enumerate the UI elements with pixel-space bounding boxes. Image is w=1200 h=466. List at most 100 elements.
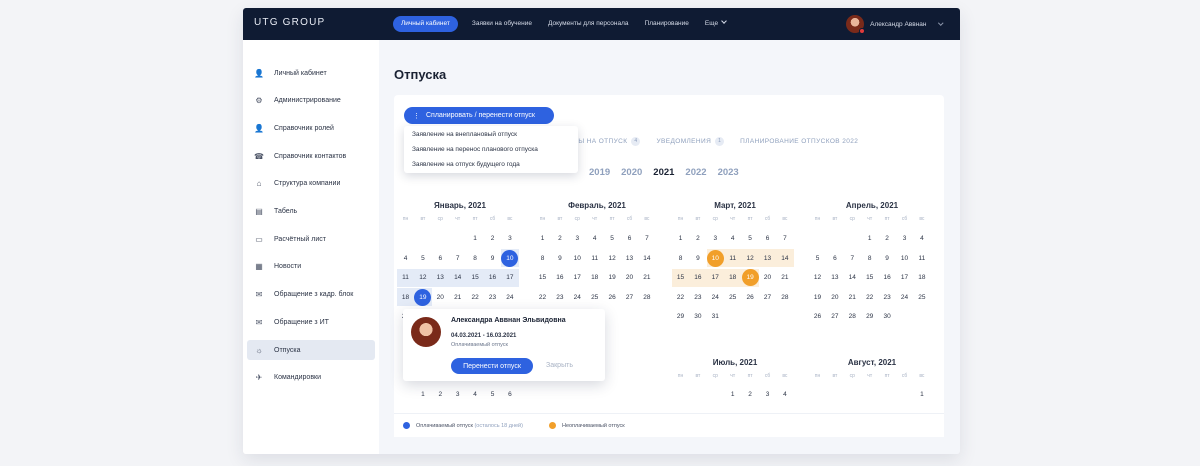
transfer-vacation-button[interactable]: Перенести отпуск — [451, 358, 533, 374]
calendar-day[interactable]: 4 — [913, 229, 930, 248]
calendar-day[interactable]: 7 — [844, 249, 861, 268]
calendar-day[interactable]: 27 — [826, 307, 843, 326]
sidebar-item[interactable]: ▭ Расчётный лист — [247, 229, 375, 249]
calendar-day[interactable]: 20 — [826, 288, 843, 307]
calendar-day[interactable]: 6 — [501, 385, 518, 404]
calendar-day[interactable]: 1 — [414, 385, 431, 404]
close-popup-button[interactable]: Закрыть — [546, 362, 573, 369]
calendar-day[interactable]: 27 — [759, 288, 776, 307]
calendar-day[interactable]: 13 — [826, 268, 843, 287]
calendar-day[interactable]: 6 — [826, 249, 843, 268]
calendar-day[interactable]: 13 — [759, 249, 776, 268]
calendar-day[interactable]: 14 — [776, 249, 793, 268]
calendar-day[interactable]: 5 — [742, 229, 759, 248]
calendar-day[interactable]: 2 — [689, 229, 706, 248]
calendar-day[interactable]: 16 — [879, 268, 896, 287]
sidebar-item[interactable]: ✉ Обращение з кадр. блок — [247, 285, 375, 305]
calendar-day[interactable]: 4 — [724, 229, 741, 248]
calendar-day[interactable]: 1 — [861, 229, 878, 248]
calendar-day[interactable]: 24 — [896, 288, 913, 307]
calendar-day[interactable]: 21 — [776, 268, 793, 287]
calendar-day[interactable]: 15 — [534, 268, 551, 287]
year-option[interactable]: 2023 — [718, 167, 739, 178]
calendar-day[interactable]: 26 — [604, 288, 621, 307]
calendar-day[interactable]: 2 — [551, 229, 568, 248]
calendar-day[interactable]: 15 — [861, 268, 878, 287]
calendar-day[interactable]: 14 — [449, 268, 466, 287]
calendar-day[interactable]: 4 — [467, 385, 484, 404]
calendar-day[interactable]: 9 — [484, 249, 501, 268]
calendar-day[interactable]: 21 — [449, 288, 466, 307]
calendar-day[interactable]: 16 — [484, 268, 501, 287]
user-menu[interactable]: Александр Аввнан — [846, 14, 943, 34]
calendar-day[interactable]: 11 — [913, 249, 930, 268]
calendar-day[interactable]: 26 — [809, 307, 826, 326]
calendar-day[interactable]: 30 — [689, 307, 706, 326]
calendar-day[interactable]: 10 — [569, 249, 586, 268]
sidebar-item[interactable]: ✉ Обращение з ИТ — [247, 312, 375, 332]
calendar-day[interactable]: 7 — [449, 249, 466, 268]
year-option[interactable]: 2019 — [589, 167, 610, 178]
calendar-day[interactable]: 6 — [759, 229, 776, 248]
calendar-day[interactable]: 20 — [621, 268, 638, 287]
calendar-day[interactable]: 4 — [586, 229, 603, 248]
calendar-day[interactable]: 6 — [432, 249, 449, 268]
calendar-day[interactable]: 3 — [707, 229, 724, 248]
calendar-day[interactable]: 14 — [638, 249, 655, 268]
calendar-day[interactable]: 15 — [672, 268, 689, 287]
calendar-day[interactable]: 25 — [913, 288, 930, 307]
calendar-day[interactable]: 20 — [759, 268, 776, 287]
tab[interactable]: ЗЫ НА ОТПУСК 4 — [574, 137, 641, 146]
calendar-day[interactable]: 23 — [551, 288, 568, 307]
calendar-day[interactable]: 31 — [707, 307, 724, 326]
calendar-day[interactable]: 2 — [484, 229, 501, 248]
calendar-day[interactable]: 28 — [638, 288, 655, 307]
calendar-day[interactable]: 11 — [586, 249, 603, 268]
year-option[interactable]: 2022 — [685, 167, 706, 178]
year-option[interactable]: 2020 — [621, 167, 642, 178]
calendar-day[interactable]: 18 — [724, 268, 741, 287]
nav-item[interactable]: Документы для персонала — [540, 16, 637, 32]
calendar-day[interactable]: 1 — [724, 385, 741, 404]
calendar-day[interactable]: 7 — [638, 229, 655, 248]
calendar-day[interactable]: 1 — [913, 385, 930, 404]
calendar-day[interactable]: 19 — [604, 268, 621, 287]
vacation-boundary-day[interactable]: 10 — [706, 249, 724, 267]
calendar-day[interactable]: 18 — [913, 268, 930, 287]
calendar-day[interactable]: 12 — [742, 249, 759, 268]
calendar-day[interactable]: 14 — [844, 268, 861, 287]
vacation-boundary-day[interactable]: 10 — [501, 249, 519, 267]
calendar-day[interactable]: 11 — [397, 268, 414, 287]
calendar-day[interactable]: 1 — [672, 229, 689, 248]
nav-item[interactable]: Планирование — [637, 16, 697, 32]
calendar-day[interactable]: 9 — [689, 249, 706, 268]
sidebar-item[interactable]: ⚙ Администрирование — [247, 91, 375, 111]
calendar-day[interactable]: 3 — [449, 385, 466, 404]
calendar-day[interactable]: 29 — [672, 307, 689, 326]
calendar-day[interactable]: 28 — [776, 288, 793, 307]
calendar-day[interactable]: 16 — [689, 268, 706, 287]
sidebar-item[interactable]: ☎ Справочник контактов — [247, 146, 375, 166]
calendar-day[interactable]: 4 — [776, 385, 793, 404]
sidebar-item[interactable]: 👤 Справочник ролей — [247, 118, 375, 138]
plan-vacation-button[interactable]: ⋮ Спланировать / перенести отпуск — [404, 107, 554, 124]
calendar-day[interactable]: 13 — [432, 268, 449, 287]
calendar-day[interactable]: 12 — [604, 249, 621, 268]
sidebar-item[interactable]: ▤ Табель — [247, 202, 375, 222]
calendar-day[interactable]: 17 — [569, 268, 586, 287]
calendar-day[interactable]: 2 — [742, 385, 759, 404]
calendar-day[interactable]: 24 — [569, 288, 586, 307]
calendar-day[interactable]: 7 — [776, 229, 793, 248]
sidebar-item[interactable]: ✈ Командировки — [247, 368, 375, 388]
calendar-day[interactable]: 23 — [484, 288, 501, 307]
calendar-day[interactable]: 12 — [414, 268, 431, 287]
calendar-day[interactable]: 8 — [467, 249, 484, 268]
tab[interactable]: УВЕДОМЛЕНИЯ 1 — [656, 137, 725, 146]
calendar-day[interactable]: 22 — [534, 288, 551, 307]
calendar-day[interactable]: 2 — [432, 385, 449, 404]
year-option[interactable]: 2021 — [653, 167, 674, 178]
vacation-boundary-day[interactable]: 19 — [741, 269, 759, 286]
tab[interactable]: ПЛАНИРОВАНИЕ ОТПУСКОВ 2022 — [740, 138, 858, 145]
calendar-day[interactable]: 6 — [621, 229, 638, 248]
nav-item[interactable]: Заявки на обучение — [464, 16, 540, 32]
